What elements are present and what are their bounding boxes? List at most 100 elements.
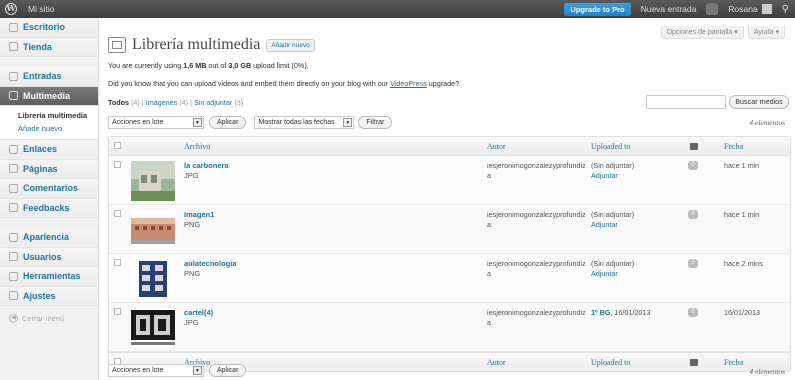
apply-button[interactable]: Aplicar (209, 116, 247, 129)
comment-count-badge[interactable]: 0 (688, 259, 698, 268)
sidebar-item-multimedia[interactable]: Multimedia (0, 86, 98, 106)
media-table: Archivo Autor Uploaded to Fecha la carbo… (108, 136, 791, 372)
avatar[interactable] (761, 4, 772, 14)
table-row: cartel(4) JPG iesjeronimogonzalezyprofun… (109, 303, 790, 352)
sidebar-item-apariencia[interactable]: Apariencia (0, 228, 98, 248)
file-title-link[interactable]: la carbonera (184, 161, 229, 170)
author-name: iesjeronimogonzalezyprofundiza (487, 161, 586, 180)
file-title-link[interactable]: aulatecnologia (184, 259, 237, 268)
sidebar-item-comentarios[interactable]: Comentarios (0, 179, 98, 199)
wordpress-logo-icon[interactable]: W (0, 0, 22, 18)
sidebar-item-usuarios[interactable]: Usuarios (0, 247, 98, 267)
author-name: iesjeronimogonzalezyprofundiza (487, 308, 586, 327)
thumbnail-cartel[interactable] (131, 308, 175, 348)
search-media-button[interactable]: Buscar medios (729, 95, 789, 109)
upgrade-button[interactable]: Upgrade to Pro (564, 2, 631, 16)
column-author-footer[interactable]: Autor (487, 358, 506, 367)
column-date-footer[interactable]: Fecha (724, 358, 743, 367)
search-media-input[interactable] (646, 95, 726, 109)
file-type: PNG (184, 220, 201, 229)
screen-options-button[interactable]: Opciones de pantalla ▾ (660, 26, 744, 39)
sidebar-item-tienda[interactable]: Tienda (0, 37, 98, 57)
author-name: iesjeronimogonzalezyprofundiza (487, 210, 586, 229)
bulk-actions-select[interactable]: Acciones en lote ▼ (108, 116, 204, 129)
new-entry-link[interactable]: Nueva entrada (641, 4, 697, 14)
videopress-link[interactable]: VideoPress (390, 79, 427, 88)
users-icon (9, 252, 18, 262)
row-checkbox[interactable] (114, 161, 121, 168)
file-type: JPG (184, 171, 199, 180)
top-toolbar: Acciones en lote ▼ Aplicar Mostrar todas … (108, 116, 393, 129)
date-value: hace 1 min (724, 161, 760, 170)
media-icon (9, 91, 18, 101)
column-author[interactable]: Autor (487, 142, 506, 151)
date-filter-select[interactable]: Mostrar todas las fechas ▼ (254, 116, 355, 129)
screen-meta-links: Opciones de pantalla ▾ Ayuda ▾ (660, 26, 785, 39)
user-name-link[interactable]: Rosana (728, 4, 757, 14)
column-uploaded-footer[interactable]: Uploaded to (591, 358, 630, 367)
row-checkbox[interactable] (114, 210, 121, 217)
filter-images[interactable]: Imágenes (146, 98, 178, 107)
column-file[interactable]: Archivo (184, 142, 210, 151)
file-type: JPG (184, 318, 199, 327)
comments-column-icon[interactable] (690, 143, 698, 150)
row-checkbox[interactable] (114, 308, 121, 315)
comment-count-badge[interactable]: 0 (688, 210, 698, 219)
submenu-item-add-new[interactable]: Añadir nuevo (0, 122, 98, 135)
sidebar-item-feedbacks[interactable]: Feedbacks (0, 198, 98, 218)
tools-icon (9, 271, 18, 281)
submenu-item-library[interactable]: Librería multimedia (0, 109, 98, 122)
comment-count-badge[interactable]: 0 (688, 308, 698, 317)
table-row: aulatecnologia PNG iesjeronimogonzalezyp… (109, 254, 790, 303)
add-new-button[interactable]: Añadir nuevo (266, 38, 315, 52)
sidebar-item-paginas[interactable]: Páginas (0, 159, 98, 179)
filter-button[interactable]: Filtrar (358, 116, 393, 129)
row-checkbox[interactable] (114, 259, 121, 266)
filter-unattached[interactable]: Sin adjuntar (194, 98, 232, 107)
select-all-checkbox[interactable] (114, 142, 121, 149)
file-title-link[interactable]: Imagen1 (184, 210, 214, 219)
column-uploaded[interactable]: Uploaded to (591, 142, 630, 151)
parent-post-link[interactable]: 1º BG (591, 308, 610, 317)
videopress-notice: Did you know that you can upload videos … (108, 79, 460, 88)
settings-icon (9, 291, 18, 301)
thumbnail-aulatecnologia[interactable] (131, 259, 175, 299)
attach-link[interactable]: Adjuntar (591, 171, 618, 180)
items-count: 4 elementos (749, 118, 785, 127)
author-name: iesjeronimogonzalezyprofundiza (487, 259, 586, 278)
page-title: Librería multimedia (132, 36, 261, 53)
items-count-bottom: 4 elementos (749, 367, 785, 376)
pages-icon (9, 164, 18, 174)
sidebar-item-ajustes[interactable]: Ajustes (0, 286, 98, 306)
file-title-link[interactable]: cartel(4) (184, 308, 213, 317)
attach-link[interactable]: Adjuntar (591, 220, 618, 229)
sidebar-item-enlaces[interactable]: Enlaces (0, 140, 98, 160)
bottom-toolbar: Acciones en lote ▼ Aplicar (108, 364, 247, 377)
collapse-menu-button[interactable]: ◀ Cerrar menú (0, 306, 98, 323)
thumbnail-la-carbonera[interactable] (131, 161, 175, 201)
notifications-icon[interactable] (706, 3, 719, 15)
appearance-icon (9, 232, 18, 242)
sidebar-item-escritorio[interactable]: Escritorio (0, 18, 98, 38)
admin-sidebar: Escritorio Tienda Entradas Multimedia Li… (0, 18, 99, 380)
column-date[interactable]: Fecha (724, 142, 743, 151)
site-name-link[interactable]: Mi sitio (28, 4, 54, 14)
help-button[interactable]: Ayuda ▾ (747, 26, 785, 39)
multimedia-submenu: Librería multimedia Añadir nuevo (0, 106, 98, 140)
sidebar-item-entradas[interactable]: Entradas (0, 67, 98, 87)
sidebar-item-herramientas[interactable]: Herramientas (0, 267, 98, 287)
chevron-down-icon: ▼ (193, 366, 202, 375)
comment-count-badge[interactable]: 0 (688, 161, 698, 170)
date-value: hace 1 min (724, 210, 760, 219)
media-library-icon (108, 37, 126, 53)
thumbnail-imagen1[interactable] (131, 210, 175, 250)
file-type: PNG (184, 269, 201, 278)
comment-bubble-icon (9, 183, 18, 193)
uploaded-to: (Sin adjuntar) Adjuntar (591, 210, 635, 229)
attach-link[interactable]: Adjuntar (591, 269, 618, 278)
filter-all[interactable]: Todos (108, 98, 129, 107)
comments-column-icon[interactable] (690, 359, 698, 366)
bulk-actions-select-bottom[interactable]: Acciones en lote ▼ (108, 364, 204, 377)
apply-button-bottom[interactable]: Aplicar (209, 364, 247, 377)
search-icon[interactable]: ⚲ (782, 4, 789, 15)
